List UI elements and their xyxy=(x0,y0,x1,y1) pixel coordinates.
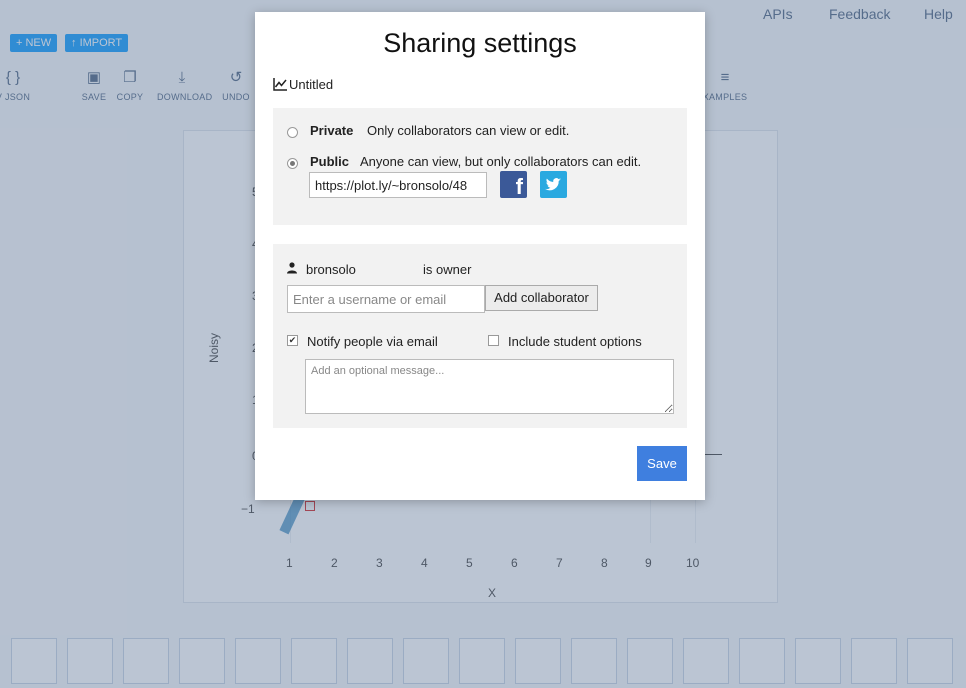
dialog-title: Sharing settings xyxy=(383,28,577,58)
save-button[interactable]: Save xyxy=(637,446,687,481)
line-chart-icon xyxy=(273,78,287,91)
private-radio[interactable] xyxy=(287,127,298,138)
plot-name: Untitled xyxy=(289,77,334,92)
plot-name-row: Untitled xyxy=(273,77,333,92)
notify-checkbox[interactable]: ✔ xyxy=(287,335,298,346)
public-label[interactable]: Public xyxy=(310,154,349,169)
facebook-icon[interactable]: f xyxy=(500,171,527,198)
optional-message-textarea[interactable] xyxy=(305,359,674,414)
username-input[interactable] xyxy=(287,285,485,313)
add-collaborator-button[interactable]: Add collaborator xyxy=(485,285,598,311)
owner-role: is owner xyxy=(423,262,472,277)
collaborators-panel: bronsolo is owner Add collaborator ✔ Not… xyxy=(273,244,687,428)
sharing-settings-dialog: Sharing settings Untitled Private Only c… xyxy=(255,12,705,500)
private-description: Only collaborators can view or edit. xyxy=(367,123,570,138)
notify-label[interactable]: Notify people via email xyxy=(307,334,438,349)
student-options-label[interactable]: Include student options xyxy=(508,334,642,349)
user-icon xyxy=(287,262,297,274)
public-description: Anyone can view, but only collaborators … xyxy=(360,154,642,169)
public-radio[interactable] xyxy=(287,158,298,169)
owner-name: bronsolo xyxy=(306,262,356,277)
twitter-icon[interactable] xyxy=(540,171,567,198)
private-label[interactable]: Private xyxy=(310,123,353,138)
privacy-panel: Private Only collaborators can view or e… xyxy=(273,108,687,225)
share-url-field[interactable] xyxy=(309,172,487,198)
student-options-checkbox[interactable] xyxy=(488,335,499,346)
